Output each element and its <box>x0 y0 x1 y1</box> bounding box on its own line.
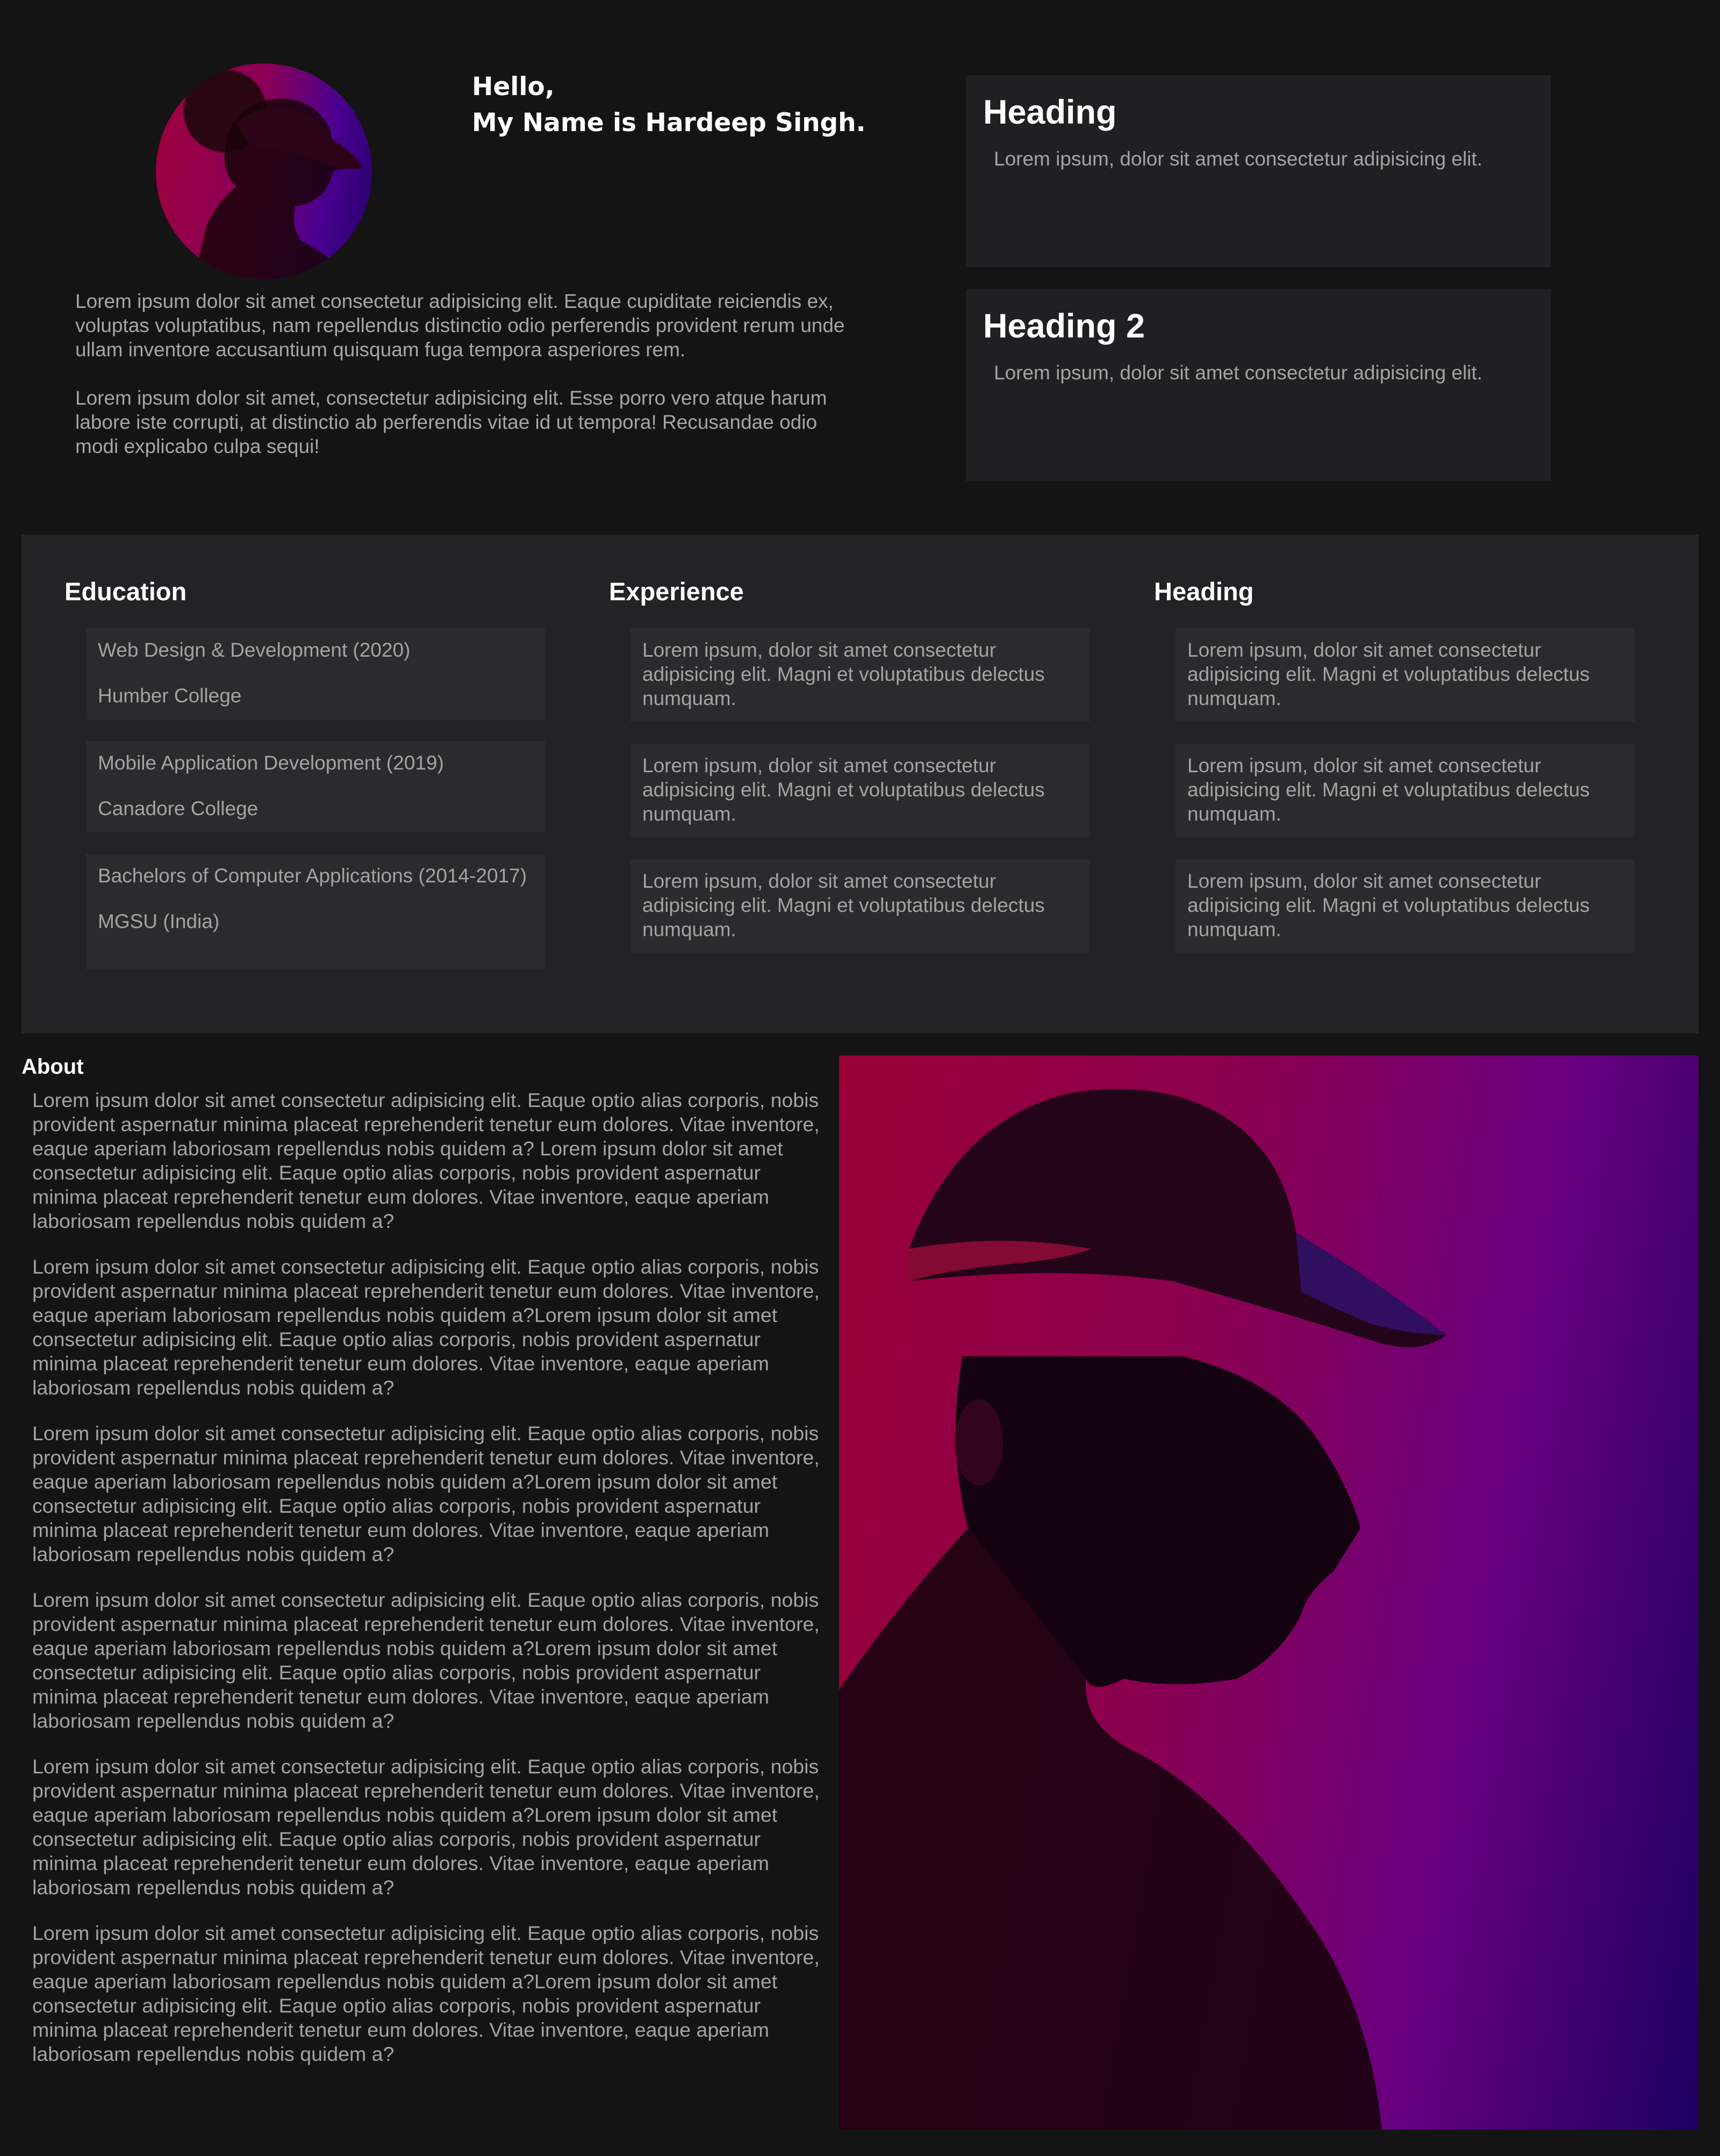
about-paragraph: Lorem ipsum dolor sit amet consectetur a… <box>32 1589 820 1732</box>
experience-item: Lorem ipsum, dolor sit amet consectetur … <box>630 859 1090 953</box>
profile-avatar <box>156 63 372 279</box>
education-title: Education <box>64 577 187 606</box>
experience-item: Lorem ipsum, dolor sit amet consectetur … <box>630 628 1090 722</box>
third-column-title: Heading <box>1154 577 1254 606</box>
about-paragraph: Lorem ipsum dolor sit amet consectetur a… <box>32 1755 820 1899</box>
resume-section: Education Web Design & Development (2020… <box>22 535 1698 1033</box>
education-school: Humber College <box>98 685 242 707</box>
info-card-2: Heading 2 Lorem ipsum, dolor sit amet co… <box>966 289 1551 481</box>
experience-item: Lorem ipsum, dolor sit amet consectetur … <box>630 744 1090 837</box>
about-title: About <box>22 1055 84 1079</box>
profile-silhouette-image <box>194 98 363 279</box>
card-heading: Heading <box>983 94 1117 131</box>
third-column-item: Lorem ipsum, dolor sit amet consectetur … <box>1176 859 1635 953</box>
about-paragraph: Lorem ipsum dolor sit amet consectetur a… <box>32 1089 820 1232</box>
intro-text: Lorem ipsum dolor sit amet consectetur a… <box>75 289 849 483</box>
education-column: Education Web Design & Development (2020… <box>64 577 548 969</box>
education-school: Canadore College <box>98 797 259 820</box>
education-item: Bachelors of Computer Applications (2014… <box>86 854 545 969</box>
education-course: Bachelors of Computer Applications (2014… <box>98 865 527 887</box>
experience-column: Experience Lorem ipsum, dolor sit amet c… <box>609 577 1093 953</box>
greeting-hello: Hello, <box>472 72 555 102</box>
experience-title: Experience <box>609 577 744 606</box>
third-column-item: Lorem ipsum, dolor sit amet consectetur … <box>1176 744 1635 837</box>
about-paragraph: Lorem ipsum dolor sit amet consectetur a… <box>32 1255 820 1399</box>
education-school: MGSU (India) <box>98 910 220 932</box>
greeting-name: My Name is Hardeep Singh. <box>472 108 866 138</box>
info-card-1: Heading Lorem ipsum, dolor sit amet cons… <box>966 75 1551 267</box>
about-paragraph: Lorem ipsum dolor sit amet consectetur a… <box>32 1922 820 2065</box>
education-course: Web Design & Development (2020) <box>98 639 411 661</box>
education-item: Mobile Application Development (2019) Ca… <box>86 741 545 832</box>
intro-paragraph: Lorem ipsum dolor sit amet consectetur a… <box>75 290 845 361</box>
about-text: Lorem ipsum dolor sit amet consectetur a… <box>32 1088 822 2088</box>
card-heading: Heading 2 <box>983 307 1145 345</box>
card-text: Lorem ipsum, dolor sit amet consectetur … <box>994 148 1482 170</box>
card-text: Lorem ipsum, dolor sit amet consectetur … <box>994 362 1482 384</box>
intro-paragraph: Lorem ipsum dolor sit amet, consectetur … <box>75 387 827 457</box>
education-course: Mobile Application Development (2019) <box>98 752 444 774</box>
portrait-silhouette-image <box>839 1089 1446 2130</box>
greeting: Hello, My Name is Hardeep Singh. <box>472 69 866 141</box>
about-paragraph: Lorem ipsum dolor sit amet consectetur a… <box>32 1422 820 1565</box>
third-column: Heading Lorem ipsum, dolor sit amet cons… <box>1154 577 1638 953</box>
about-portrait-photo <box>839 1055 1698 2130</box>
education-item: Web Design & Development (2020) Humber C… <box>86 628 545 720</box>
third-column-item: Lorem ipsum, dolor sit amet consectetur … <box>1176 628 1635 722</box>
